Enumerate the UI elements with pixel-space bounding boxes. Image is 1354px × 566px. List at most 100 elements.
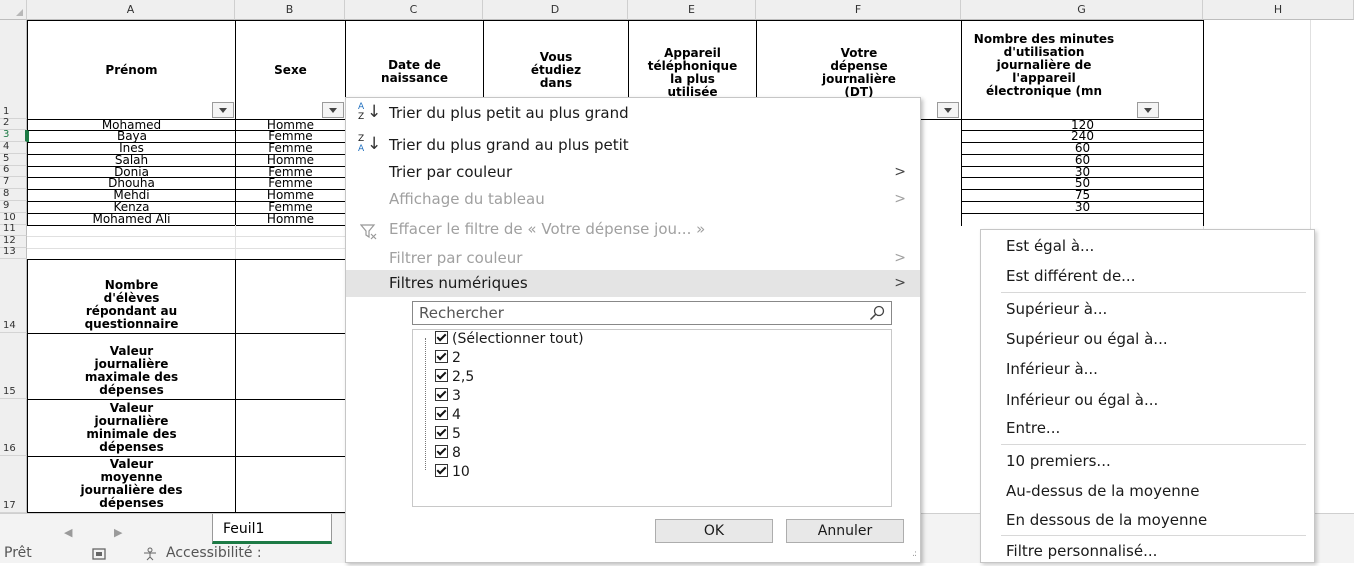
summary-label-avg[interactable]: Valeur moyenne journalière des dépenses: [27, 456, 236, 513]
menu-item-label: Trier par couleur: [389, 163, 513, 181]
column-header-f[interactable]: F: [756, 0, 961, 20]
macro-record-icon[interactable]: [92, 547, 106, 565]
accessibility-icon[interactable]: [142, 547, 158, 565]
value-item[interactable]: 10: [435, 463, 470, 482]
column-header-d[interactable]: D: [483, 0, 628, 20]
cell-minutes[interactable]: [961, 213, 1204, 226]
filter-equals-item[interactable]: Est égal à...: [981, 231, 1314, 261]
row-header-1[interactable]: 1: [0, 20, 27, 119]
checkbox-checked-icon[interactable]: [435, 407, 448, 420]
column-header-e[interactable]: E: [628, 0, 756, 20]
value-label: 2,5: [452, 369, 475, 385]
checkbox-checked-icon[interactable]: [435, 426, 448, 439]
value-item[interactable]: 8: [435, 444, 461, 463]
column-header-a[interactable]: A: [27, 0, 235, 20]
filter-dropdown-button-active[interactable]: [937, 102, 959, 118]
value-label: 4: [452, 407, 461, 423]
filter-greater-equal-item[interactable]: Supérieur ou égal à...: [981, 324, 1314, 354]
label-line: dépenses: [99, 383, 164, 397]
filter-custom-item[interactable]: Filtre personnalisé...: [981, 536, 1314, 566]
value-item[interactable]: 4: [435, 406, 461, 425]
filter-below-average-item[interactable]: En dessous de la moyenne: [981, 505, 1314, 535]
row-header-13[interactable]: 13: [0, 246, 27, 259]
status-ready: Prêt: [4, 545, 32, 561]
filter-dropdown-button[interactable]: [1137, 102, 1159, 118]
cancel-button[interactable]: Annuler: [786, 519, 904, 543]
menu-separator: [1001, 444, 1306, 445]
sort-ascending-item[interactable]: A Z ↓ Trier du plus petit au plus grand: [346, 100, 920, 127]
chevron-right-icon: >: [894, 164, 906, 180]
gridline: [27, 236, 345, 237]
filter-by-color-item: Filtrer par couleur >: [346, 245, 920, 272]
filter-dropdown-button[interactable]: [212, 102, 234, 118]
summary-label-max[interactable]: Valeur journalière maximale des dépenses: [27, 333, 236, 400]
summary-value-count[interactable]: [235, 259, 346, 334]
number-filters-item[interactable]: Filtres numériques >: [346, 270, 920, 297]
summary-value-avg[interactable]: [235, 456, 346, 513]
resize-grip-icon[interactable]: .:: [912, 549, 917, 559]
number-filters-submenu: Est égal à... Est différent de... Supéri…: [980, 229, 1315, 563]
header-text: Prénom: [105, 62, 158, 77]
chevron-right-icon: >: [894, 250, 906, 266]
filter-above-average-item[interactable]: Au-dessus de la moyenne: [981, 476, 1314, 506]
ok-button[interactable]: OK: [655, 519, 773, 543]
summary-value-max[interactable]: [235, 333, 346, 400]
value-item[interactable]: 3: [435, 387, 461, 406]
scroll-right-icon[interactable]: ▶: [114, 526, 122, 539]
summary-label-count[interactable]: Nombre d'élèves répondant au questionnai…: [27, 259, 236, 334]
header-cell-minutes: Nombre des minutes d'utilisation journal…: [961, 20, 1204, 120]
filter-search-input[interactable]: Rechercher: [412, 301, 892, 325]
header-text: naissance: [381, 71, 448, 85]
scroll-left-icon[interactable]: ◀: [64, 526, 72, 539]
menu-item-label: Trier du plus grand au plus petit: [389, 136, 629, 154]
label-line: dépenses: [99, 440, 164, 454]
value-item[interactable]: 5: [435, 425, 461, 444]
value-label: 3: [452, 388, 461, 404]
column-header-b[interactable]: B: [235, 0, 345, 20]
status-accessibility[interactable]: Accessibilité :: [166, 545, 262, 561]
column-header-g[interactable]: G: [961, 0, 1203, 20]
value-label: (Sélectionner tout): [452, 331, 584, 347]
cell-sexe[interactable]: Homme: [235, 213, 346, 226]
summary-label-min[interactable]: Valeur journalière minimale des dépenses: [27, 399, 236, 457]
checkbox-checked-icon[interactable]: [435, 350, 448, 363]
value-item[interactable]: 2,5: [435, 368, 474, 387]
filter-not-equal-item[interactable]: Est différent de...: [981, 261, 1314, 291]
column-header-h[interactable]: H: [1203, 0, 1354, 20]
value-select-all[interactable]: (Sélectionner tout): [435, 330, 584, 349]
label-line: dépenses: [99, 496, 164, 510]
row-header-17[interactable]: 17: [0, 456, 27, 513]
sort-descending-item[interactable]: Z A ↓ Trier du plus grand au plus petit: [346, 132, 920, 159]
row-header-16[interactable]: 16: [0, 399, 27, 456]
checkbox-checked-icon[interactable]: [435, 331, 448, 344]
row-header-15[interactable]: 15: [0, 333, 27, 399]
sort-za-icon: Z A ↓: [358, 134, 382, 154]
filter-dropdown-button[interactable]: [322, 102, 344, 118]
select-all-corner[interactable]: [0, 0, 27, 20]
column-header-c[interactable]: C: [345, 0, 483, 20]
filter-less-equal-item[interactable]: Inférieur ou égal à...: [981, 385, 1314, 415]
filter-top10-item[interactable]: 10 premiers...: [981, 446, 1314, 476]
checkbox-checked-icon[interactable]: [435, 388, 448, 401]
filter-between-item[interactable]: Entre...: [981, 413, 1314, 443]
filter-greater-item[interactable]: Supérieur à...: [981, 294, 1314, 324]
chevron-right-icon: >: [894, 191, 906, 207]
tree-line: [425, 338, 426, 470]
sort-az-icon: A Z ↓: [358, 102, 382, 122]
sort-by-color-item[interactable]: Trier par couleur >: [346, 159, 920, 186]
filter-less-item[interactable]: Inférieur à...: [981, 354, 1314, 384]
table-view-item: Affichage du tableau >: [346, 186, 920, 213]
summary-value-min[interactable]: [235, 399, 346, 457]
label-line: questionnaire: [84, 317, 179, 331]
sheet-tab-feuil1[interactable]: Feuil1: [212, 514, 332, 544]
value-item[interactable]: 2: [435, 349, 461, 368]
row-header-14[interactable]: 14: [0, 259, 27, 333]
header-text: électronique (mn: [985, 84, 1103, 98]
checkbox-checked-icon[interactable]: [435, 445, 448, 458]
cell-prenom[interactable]: Mohamed Ali: [27, 213, 236, 226]
checkbox-checked-icon[interactable]: [435, 369, 448, 382]
header-cell-prenom: Prénom: [27, 20, 236, 120]
checkbox-checked-icon[interactable]: [435, 464, 448, 477]
chevron-right-icon: >: [894, 275, 906, 291]
header-text: dans: [539, 76, 573, 90]
